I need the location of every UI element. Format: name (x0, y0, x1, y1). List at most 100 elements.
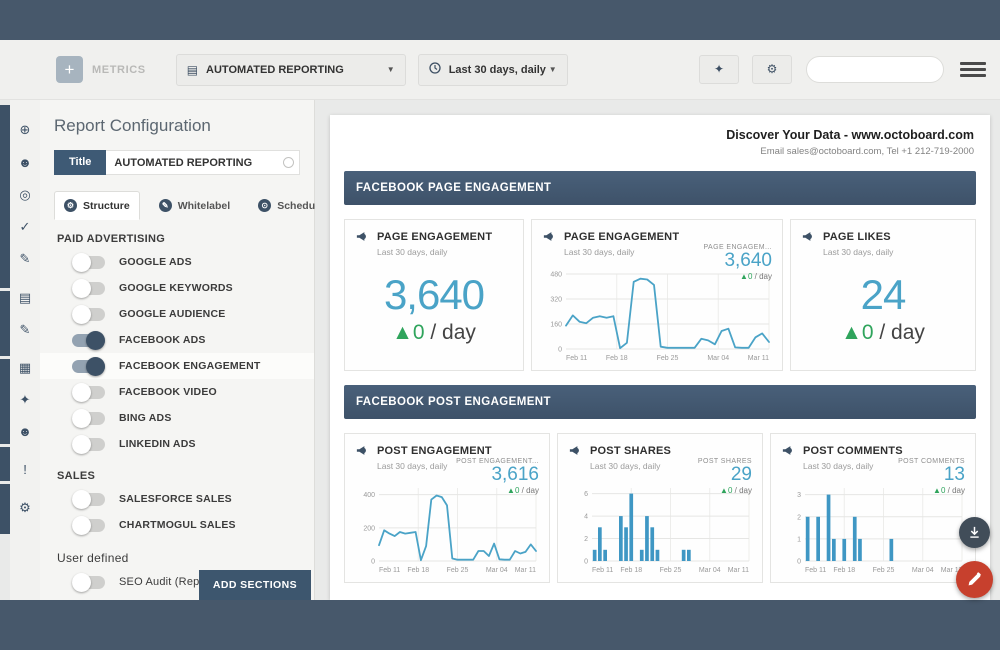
toggle-label: FACEBOOK ADS (119, 334, 206, 346)
chevron-down-icon: ▼ (387, 65, 395, 74)
svg-text:Feb 25: Feb 25 (657, 355, 679, 362)
toggle-label: LINKEDIN ADS (119, 438, 196, 450)
search-input[interactable] (806, 56, 944, 83)
toggle-google-ads[interactable] (72, 256, 105, 269)
toggle-facebook-ads[interactable] (72, 334, 105, 347)
bar-chart-post-shares: Feb 11Feb 18Feb 25Mar 04Mar 110246 (566, 484, 754, 575)
clipboard-icon[interactable]: ▤ (10, 290, 40, 306)
svg-text:2: 2 (584, 536, 588, 543)
annotation-delta: ▲0 (720, 486, 732, 495)
svg-text:Feb 11: Feb 11 (379, 567, 400, 574)
plug-icon[interactable]: ✦ (10, 392, 40, 408)
delta-up: ▲0 (392, 321, 424, 344)
annotation-unit: / day (519, 486, 539, 495)
add-sections-button[interactable]: ADD SECTIONS (199, 570, 311, 600)
delta-unit: / day (874, 321, 925, 344)
card-title: PAGE ENGAGEMENT (564, 231, 679, 243)
toolbar-right: ✦ ⚙ (686, 55, 986, 84)
svg-text:Feb 18: Feb 18 (606, 355, 628, 362)
svg-text:Mar 04: Mar 04 (707, 355, 729, 362)
chart-annotation: PAGE ENGAGEM... 3,640 ▲0 / day (704, 244, 773, 281)
metric-value: 24 (801, 271, 965, 319)
toggle-chartmogul-sales[interactable] (72, 519, 105, 532)
menu-button[interactable] (960, 59, 986, 81)
metric-value: 3,640 (355, 271, 513, 319)
svg-text:400: 400 (363, 492, 375, 499)
add-metrics-button[interactable]: + (56, 56, 83, 83)
date-range-select[interactable]: Last 30 days, daily ▼ (418, 54, 568, 86)
building-icon[interactable]: ▦ (10, 360, 40, 376)
svg-text:Feb 25: Feb 25 (447, 567, 469, 574)
toggle-google-keywords[interactable] (72, 282, 105, 295)
report-select[interactable]: ▤ AUTOMATED REPORTING ▼ (176, 54, 406, 86)
edit-icon[interactable]: ✎ (10, 251, 40, 267)
main-area: Discover Your Data - www.octoboard.com E… (315, 100, 1000, 600)
check-icon[interactable]: ✓ (10, 219, 40, 235)
toggle-label: GOOGLE KEYWORDS (119, 282, 233, 294)
line-chart-page-engagement: Feb 11Feb 18Feb 25Mar 04Mar 110160320480 (540, 270, 774, 363)
card-post-shares-chart: POST SHARES Last 30 days, daily POST SHA… (557, 433, 763, 583)
annotation-delta: ▲0 (507, 486, 519, 495)
info-icon[interactable]: ! (10, 462, 40, 477)
cards-row-1: PAGE ENGAGEMENT Last 30 days, daily 3,64… (344, 219, 976, 371)
clock-icon (429, 62, 441, 77)
report-header-contact: Email sales@octoboard.com, Tel +1 212-71… (346, 146, 974, 157)
card-title: PAGE LIKES (823, 231, 891, 243)
input-status-icon (283, 157, 294, 168)
report-title-input[interactable] (106, 150, 300, 175)
user-icon[interactable]: ☻ (10, 424, 40, 439)
themes-icon: ✦ (714, 62, 724, 76)
toggle-label: GOOGLE AUDIENCE (119, 308, 225, 320)
pencil-icon (967, 572, 982, 587)
whitelabel-icon: ✎ (159, 199, 172, 212)
toggle-facebook-engagement[interactable] (72, 360, 105, 373)
settings-button[interactable]: ⚙ (752, 55, 792, 84)
delta-unit: / day (425, 321, 476, 344)
chart-annotation: POST SHARES 29 ▲0 / day (698, 458, 752, 495)
top-navbar (0, 0, 1000, 40)
svg-text:6: 6 (584, 491, 588, 498)
tab-whitelabel[interactable]: ✎ Whitelabel (150, 192, 240, 219)
svg-text:480: 480 (550, 272, 562, 279)
toggle-linkedin-ads[interactable] (72, 438, 105, 451)
toggle-row-linkedin-ads: LINKEDIN ADS (54, 431, 300, 457)
themes-button[interactable]: ✦ (699, 55, 739, 84)
toggle-salesforce-sales[interactable] (72, 493, 105, 506)
download-button[interactable] (959, 517, 990, 548)
gear-icon[interactable]: ⚙ (10, 500, 40, 516)
megaphone-icon (781, 443, 796, 458)
users-icon[interactable]: ☻ (10, 155, 40, 170)
group-heading-user-defined: User defined (54, 551, 300, 565)
config-tabs: ⚙ Structure ✎ Whitelabel ⊙ Schedule (54, 191, 300, 220)
report-page: Discover Your Data - www.octoboard.com E… (330, 115, 990, 600)
toggle-label: FACEBOOK ENGAGEMENT (119, 360, 260, 372)
svg-text:Mar 04: Mar 04 (486, 567, 508, 574)
toggle-bing-ads[interactable] (72, 412, 105, 425)
download-icon (968, 526, 981, 539)
toggle-row-salesforce-sales: SALESFORCE SALES (54, 486, 300, 512)
toggle-row-facebook-video: FACEBOOK VIDEO (54, 379, 300, 405)
globe-icon[interactable]: ⊕ (10, 122, 40, 138)
svg-text:Mar 11: Mar 11 (748, 355, 769, 362)
svg-text:4: 4 (584, 514, 588, 521)
toggle-google-audience[interactable] (72, 308, 105, 321)
toggle-label: CHARTMOGUL SALES (119, 519, 236, 531)
toggle-label: SALESFORCE SALES (119, 493, 232, 505)
section-header-facebook-page-engagement: FACEBOOK PAGE ENGAGEMENT (344, 171, 976, 205)
target-icon[interactable]: ◎ (10, 187, 40, 203)
structure-icon: ⚙ (64, 199, 77, 212)
megaphone-icon (355, 443, 370, 458)
metrics-label: METRICS (92, 64, 146, 76)
edit-button[interactable] (956, 561, 993, 598)
tab-structure[interactable]: ⚙ Structure (54, 191, 140, 220)
toggle-row-bing-ads: BING ADS (54, 405, 300, 431)
svg-text:200: 200 (363, 525, 375, 532)
annotation-delta: ▲0 (933, 486, 945, 495)
megaphone-icon (801, 229, 816, 244)
svg-text:2: 2 (797, 514, 801, 521)
toggle-facebook-video[interactable] (72, 386, 105, 399)
icon-sidebar: ⊕ ☻ ◎ ✓ ✎ ▤ ✎ ▦ ✦ ☻ ! ⚙ (10, 100, 41, 600)
toggle-seo-audit[interactable] (72, 576, 105, 589)
pencil-icon[interactable]: ✎ (10, 322, 40, 338)
card-page-likes-metric: PAGE LIKES Last 30 days, daily 24 ▲0 / d… (790, 219, 976, 371)
